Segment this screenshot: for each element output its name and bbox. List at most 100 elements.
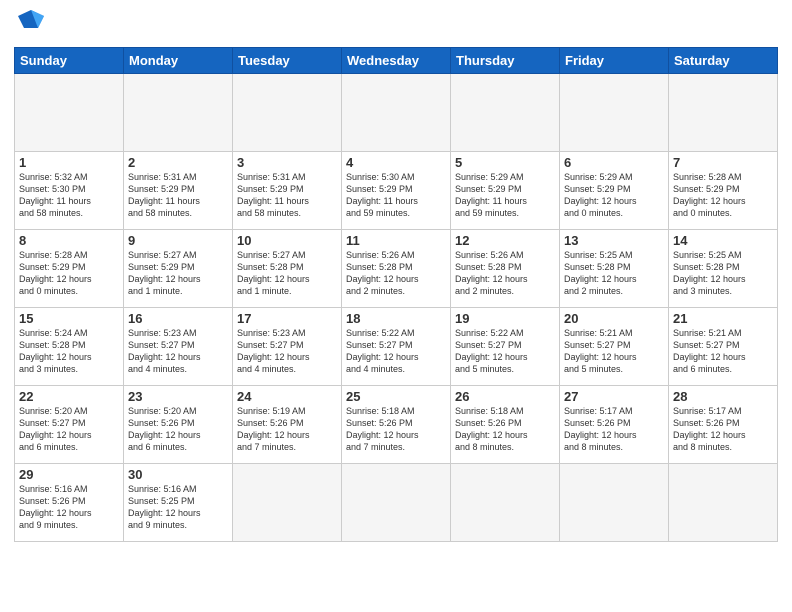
col-header-friday: Friday bbox=[560, 48, 669, 74]
day-info: Sunrise: 5:29 AM Sunset: 5:29 PM Dayligh… bbox=[564, 171, 664, 220]
calendar-cell: 27Sunrise: 5:17 AM Sunset: 5:26 PM Dayli… bbox=[560, 386, 669, 464]
calendar-cell: 17Sunrise: 5:23 AM Sunset: 5:27 PM Dayli… bbox=[233, 308, 342, 386]
calendar-cell bbox=[15, 74, 124, 152]
calendar-cell: 2Sunrise: 5:31 AM Sunset: 5:29 PM Daylig… bbox=[124, 152, 233, 230]
calendar-cell bbox=[342, 74, 451, 152]
day-info: Sunrise: 5:32 AM Sunset: 5:30 PM Dayligh… bbox=[19, 171, 119, 220]
col-header-thursday: Thursday bbox=[451, 48, 560, 74]
calendar-week-row: 15Sunrise: 5:24 AM Sunset: 5:28 PM Dayli… bbox=[15, 308, 778, 386]
calendar-cell: 15Sunrise: 5:24 AM Sunset: 5:28 PM Dayli… bbox=[15, 308, 124, 386]
calendar-cell: 18Sunrise: 5:22 AM Sunset: 5:27 PM Dayli… bbox=[342, 308, 451, 386]
day-info: Sunrise: 5:22 AM Sunset: 5:27 PM Dayligh… bbox=[455, 327, 555, 376]
calendar-week-row: 29Sunrise: 5:16 AM Sunset: 5:26 PM Dayli… bbox=[15, 464, 778, 542]
day-number: 9 bbox=[128, 233, 228, 248]
day-info: Sunrise: 5:31 AM Sunset: 5:29 PM Dayligh… bbox=[128, 171, 228, 220]
calendar-cell: 9Sunrise: 5:27 AM Sunset: 5:29 PM Daylig… bbox=[124, 230, 233, 308]
day-info: Sunrise: 5:22 AM Sunset: 5:27 PM Dayligh… bbox=[346, 327, 446, 376]
day-info: Sunrise: 5:26 AM Sunset: 5:28 PM Dayligh… bbox=[455, 249, 555, 298]
day-info: Sunrise: 5:30 AM Sunset: 5:29 PM Dayligh… bbox=[346, 171, 446, 220]
calendar-cell: 28Sunrise: 5:17 AM Sunset: 5:26 PM Dayli… bbox=[669, 386, 778, 464]
col-header-saturday: Saturday bbox=[669, 48, 778, 74]
day-number: 18 bbox=[346, 311, 446, 326]
calendar-table: SundayMondayTuesdayWednesdayThursdayFrid… bbox=[14, 47, 778, 542]
day-number: 28 bbox=[673, 389, 773, 404]
calendar-cell: 30Sunrise: 5:16 AM Sunset: 5:25 PM Dayli… bbox=[124, 464, 233, 542]
day-number: 12 bbox=[455, 233, 555, 248]
day-info: Sunrise: 5:23 AM Sunset: 5:27 PM Dayligh… bbox=[237, 327, 337, 376]
day-info: Sunrise: 5:18 AM Sunset: 5:26 PM Dayligh… bbox=[455, 405, 555, 454]
calendar-cell: 19Sunrise: 5:22 AM Sunset: 5:27 PM Dayli… bbox=[451, 308, 560, 386]
calendar-week-row: 22Sunrise: 5:20 AM Sunset: 5:27 PM Dayli… bbox=[15, 386, 778, 464]
day-info: Sunrise: 5:21 AM Sunset: 5:27 PM Dayligh… bbox=[673, 327, 773, 376]
day-info: Sunrise: 5:17 AM Sunset: 5:26 PM Dayligh… bbox=[673, 405, 773, 454]
calendar-week-row bbox=[15, 74, 778, 152]
calendar-cell: 29Sunrise: 5:16 AM Sunset: 5:26 PM Dayli… bbox=[15, 464, 124, 542]
day-info: Sunrise: 5:27 AM Sunset: 5:29 PM Dayligh… bbox=[128, 249, 228, 298]
col-header-wednesday: Wednesday bbox=[342, 48, 451, 74]
day-number: 17 bbox=[237, 311, 337, 326]
day-number: 25 bbox=[346, 389, 446, 404]
day-info: Sunrise: 5:16 AM Sunset: 5:25 PM Dayligh… bbox=[128, 483, 228, 532]
calendar-cell: 25Sunrise: 5:18 AM Sunset: 5:26 PM Dayli… bbox=[342, 386, 451, 464]
day-number: 30 bbox=[128, 467, 228, 482]
calendar-cell: 24Sunrise: 5:19 AM Sunset: 5:26 PM Dayli… bbox=[233, 386, 342, 464]
calendar-cell: 23Sunrise: 5:20 AM Sunset: 5:26 PM Dayli… bbox=[124, 386, 233, 464]
day-info: Sunrise: 5:17 AM Sunset: 5:26 PM Dayligh… bbox=[564, 405, 664, 454]
calendar-cell bbox=[124, 74, 233, 152]
day-number: 11 bbox=[346, 233, 446, 248]
day-number: 20 bbox=[564, 311, 664, 326]
day-number: 15 bbox=[19, 311, 119, 326]
calendar-container: SundayMondayTuesdayWednesdayThursdayFrid… bbox=[0, 0, 792, 612]
day-number: 5 bbox=[455, 155, 555, 170]
calendar-cell: 22Sunrise: 5:20 AM Sunset: 5:27 PM Dayli… bbox=[15, 386, 124, 464]
day-number: 3 bbox=[237, 155, 337, 170]
calendar-cell: 14Sunrise: 5:25 AM Sunset: 5:28 PM Dayli… bbox=[669, 230, 778, 308]
day-number: 8 bbox=[19, 233, 119, 248]
day-number: 19 bbox=[455, 311, 555, 326]
calendar-cell bbox=[560, 74, 669, 152]
calendar-cell bbox=[669, 464, 778, 542]
day-info: Sunrise: 5:31 AM Sunset: 5:29 PM Dayligh… bbox=[237, 171, 337, 220]
calendar-cell bbox=[233, 74, 342, 152]
day-info: Sunrise: 5:28 AM Sunset: 5:29 PM Dayligh… bbox=[19, 249, 119, 298]
calendar-cell: 10Sunrise: 5:27 AM Sunset: 5:28 PM Dayli… bbox=[233, 230, 342, 308]
day-info: Sunrise: 5:27 AM Sunset: 5:28 PM Dayligh… bbox=[237, 249, 337, 298]
day-number: 13 bbox=[564, 233, 664, 248]
calendar-header-row: SundayMondayTuesdayWednesdayThursdayFrid… bbox=[15, 48, 778, 74]
calendar-cell: 7Sunrise: 5:28 AM Sunset: 5:29 PM Daylig… bbox=[669, 152, 778, 230]
calendar-cell: 21Sunrise: 5:21 AM Sunset: 5:27 PM Dayli… bbox=[669, 308, 778, 386]
col-header-sunday: Sunday bbox=[15, 48, 124, 74]
day-info: Sunrise: 5:21 AM Sunset: 5:27 PM Dayligh… bbox=[564, 327, 664, 376]
day-info: Sunrise: 5:29 AM Sunset: 5:29 PM Dayligh… bbox=[455, 171, 555, 220]
day-info: Sunrise: 5:26 AM Sunset: 5:28 PM Dayligh… bbox=[346, 249, 446, 298]
calendar-cell: 3Sunrise: 5:31 AM Sunset: 5:29 PM Daylig… bbox=[233, 152, 342, 230]
day-number: 21 bbox=[673, 311, 773, 326]
day-info: Sunrise: 5:20 AM Sunset: 5:27 PM Dayligh… bbox=[19, 405, 119, 454]
calendar-cell: 8Sunrise: 5:28 AM Sunset: 5:29 PM Daylig… bbox=[15, 230, 124, 308]
day-number: 22 bbox=[19, 389, 119, 404]
col-header-tuesday: Tuesday bbox=[233, 48, 342, 74]
calendar-cell bbox=[560, 464, 669, 542]
calendar-cell: 20Sunrise: 5:21 AM Sunset: 5:27 PM Dayli… bbox=[560, 308, 669, 386]
calendar-cell: 16Sunrise: 5:23 AM Sunset: 5:27 PM Dayli… bbox=[124, 308, 233, 386]
logo bbox=[14, 10, 46, 41]
day-number: 10 bbox=[237, 233, 337, 248]
calendar-cell bbox=[233, 464, 342, 542]
day-number: 29 bbox=[19, 467, 119, 482]
day-number: 6 bbox=[564, 155, 664, 170]
logo-icon bbox=[16, 6, 46, 41]
calendar-cell bbox=[669, 74, 778, 152]
calendar-cell: 1Sunrise: 5:32 AM Sunset: 5:30 PM Daylig… bbox=[15, 152, 124, 230]
day-number: 14 bbox=[673, 233, 773, 248]
day-info: Sunrise: 5:23 AM Sunset: 5:27 PM Dayligh… bbox=[128, 327, 228, 376]
calendar-cell bbox=[451, 464, 560, 542]
day-number: 16 bbox=[128, 311, 228, 326]
calendar-cell bbox=[342, 464, 451, 542]
day-info: Sunrise: 5:25 AM Sunset: 5:28 PM Dayligh… bbox=[564, 249, 664, 298]
calendar-week-row: 1Sunrise: 5:32 AM Sunset: 5:30 PM Daylig… bbox=[15, 152, 778, 230]
day-number: 27 bbox=[564, 389, 664, 404]
day-info: Sunrise: 5:16 AM Sunset: 5:26 PM Dayligh… bbox=[19, 483, 119, 532]
calendar-cell: 6Sunrise: 5:29 AM Sunset: 5:29 PM Daylig… bbox=[560, 152, 669, 230]
day-info: Sunrise: 5:20 AM Sunset: 5:26 PM Dayligh… bbox=[128, 405, 228, 454]
day-info: Sunrise: 5:19 AM Sunset: 5:26 PM Dayligh… bbox=[237, 405, 337, 454]
